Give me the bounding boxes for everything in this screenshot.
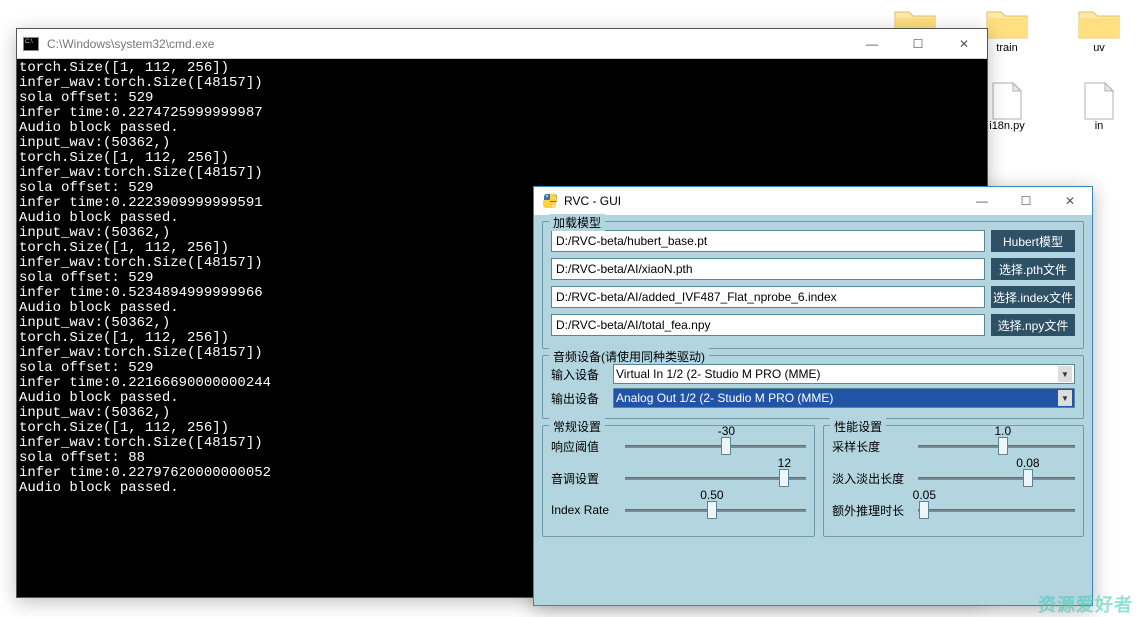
slider-value: 12 xyxy=(778,456,791,470)
slider-value: 0.05 xyxy=(913,488,936,502)
model-path-input-1[interactable] xyxy=(551,258,985,280)
python-icon xyxy=(542,193,558,209)
gui-maximize-button[interactable]: ☐ xyxy=(1004,187,1048,215)
slider-value: 0.08 xyxy=(1016,456,1039,470)
slider[interactable]: 0.05 xyxy=(918,500,1075,520)
dropdown-icon: ▼ xyxy=(1058,390,1072,406)
slider[interactable]: 0.08 xyxy=(918,468,1075,488)
audio-device-group: 音频设备(请使用同种类驱动) 输入设备 Virtual In 1/2 (2- S… xyxy=(542,355,1084,419)
minimize-button[interactable]: — xyxy=(849,29,895,58)
model-path-input-0[interactable] xyxy=(551,230,985,252)
slider-label: 额外推理时长 xyxy=(832,502,910,519)
dropdown-icon: ▼ xyxy=(1058,366,1072,382)
input-device-select[interactable]: Virtual In 1/2 (2- Studio M PRO (MME) ▼ xyxy=(613,364,1075,384)
model-browse-button-2[interactable]: 选择.index文件 xyxy=(991,286,1075,308)
file-i18n[interactable]: i18n.py xyxy=(983,82,1031,132)
watermark: 资源爱好者 xyxy=(1038,591,1133,617)
general-settings-group: 常规设置 响应阈值 -30 音调设置 12 Index Rate 0.50 xyxy=(542,425,815,537)
model-path-input-3[interactable] xyxy=(551,314,985,336)
slider-label: 采样长度 xyxy=(832,438,910,455)
gui-titlebar[interactable]: RVC - GUI — ☐ ✕ xyxy=(534,187,1092,215)
output-device-label: 输出设备 xyxy=(551,390,607,407)
gui-title: RVC - GUI xyxy=(564,194,960,208)
model-path-input-2[interactable] xyxy=(551,286,985,308)
desktop: TEMP bert_ba se.pt train i18n.py uv xyxy=(0,0,1139,615)
folder-uv[interactable]: uv xyxy=(1075,4,1123,54)
model-browse-button-1[interactable]: 选择.pth文件 xyxy=(991,258,1075,280)
slider-label: Index Rate xyxy=(551,503,617,517)
input-device-label: 输入设备 xyxy=(551,366,607,383)
output-device-select[interactable]: Analog Out 1/2 (2- Studio M PRO (MME) ▼ xyxy=(613,388,1075,408)
load-model-group: 加载模型 Hubert模型选择.pth文件选择.index文件选择.npy文件 xyxy=(542,221,1084,349)
slider-label: 响应阈值 xyxy=(551,438,617,455)
gui-minimize-button[interactable]: — xyxy=(960,187,1004,215)
slider[interactable]: -30 xyxy=(625,436,806,456)
slider-label: 淡入淡出长度 xyxy=(832,470,910,487)
slider-value: -30 xyxy=(718,424,735,438)
cmd-icon xyxy=(23,37,39,51)
folder-train[interactable]: train xyxy=(983,4,1031,54)
slider[interactable]: 1.0 xyxy=(918,436,1075,456)
slider-label: 音调设置 xyxy=(551,470,617,487)
general-legend: 常规设置 xyxy=(549,418,605,435)
load-model-legend: 加载模型 xyxy=(549,214,605,231)
file-in[interactable]: in xyxy=(1075,82,1123,132)
slider[interactable]: 12 xyxy=(625,468,806,488)
perf-legend: 性能设置 xyxy=(830,418,886,435)
perf-settings-group: 性能设置 采样长度 1.0 淡入淡出长度 0.08 额外推理时长 0.05 xyxy=(823,425,1084,537)
model-browse-button-3[interactable]: 选择.npy文件 xyxy=(991,314,1075,336)
model-browse-button-0[interactable]: Hubert模型 xyxy=(991,230,1075,252)
cmd-title: C:\Windows\system32\cmd.exe xyxy=(47,37,849,51)
close-button[interactable]: ✕ xyxy=(941,29,987,58)
slider-value: 1.0 xyxy=(994,424,1011,438)
cmd-titlebar[interactable]: C:\Windows\system32\cmd.exe — ☐ ✕ xyxy=(17,29,987,59)
audio-legend: 音频设备(请使用同种类驱动) xyxy=(549,348,709,365)
gui-close-button[interactable]: ✕ xyxy=(1048,187,1092,215)
maximize-button[interactable]: ☐ xyxy=(895,29,941,58)
slider[interactable]: 0.50 xyxy=(625,500,806,520)
rvc-gui-window: RVC - GUI — ☐ ✕ 加载模型 Hubert模型选择.pth文件选择.… xyxy=(533,186,1093,606)
slider-value: 0.50 xyxy=(700,488,723,502)
gui-body: 加载模型 Hubert模型选择.pth文件选择.index文件选择.npy文件 … xyxy=(534,215,1092,605)
